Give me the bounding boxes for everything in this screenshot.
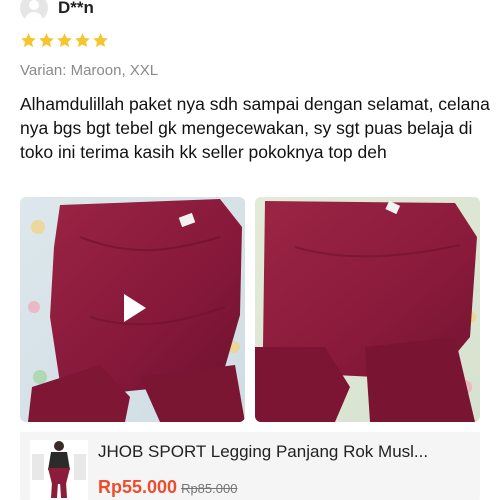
review-video-thumbnail[interactable] [20, 197, 245, 422]
star-icon [92, 32, 109, 49]
product-price: Rp55.000 [98, 477, 178, 497]
avatar-head-shape [29, 0, 39, 10]
star-icon [74, 32, 91, 49]
play-icon[interactable] [115, 290, 151, 326]
avatar[interactable] [20, 0, 48, 22]
price-row: Rp55.000 Rp85.000 [98, 477, 237, 498]
review-text: Alhamdulillah paket nya sdh sampai denga… [20, 94, 490, 162]
star-icon [38, 32, 55, 49]
product-card[interactable]: JHOB SPORT Legging Panjang Rok Musl... R… [20, 432, 480, 500]
garment-photo [255, 197, 480, 422]
product-original-price: Rp85.000 [181, 481, 238, 496]
legging-model-image [30, 440, 88, 500]
variant-label: Varian: Maroon, XXL [20, 62, 159, 79]
review-photo-thumbnail[interactable] [255, 197, 480, 422]
review-header: D**n [20, 0, 94, 24]
star-icon [20, 32, 37, 49]
reviewer-name: D**n [58, 0, 94, 17]
rating-stars [20, 32, 109, 49]
avatar-body-shape [25, 12, 43, 22]
product-title: JHOB SPORT Legging Panjang Rok Musl... [98, 442, 429, 461]
product-thumbnail [30, 440, 88, 500]
star-icon [56, 32, 73, 49]
